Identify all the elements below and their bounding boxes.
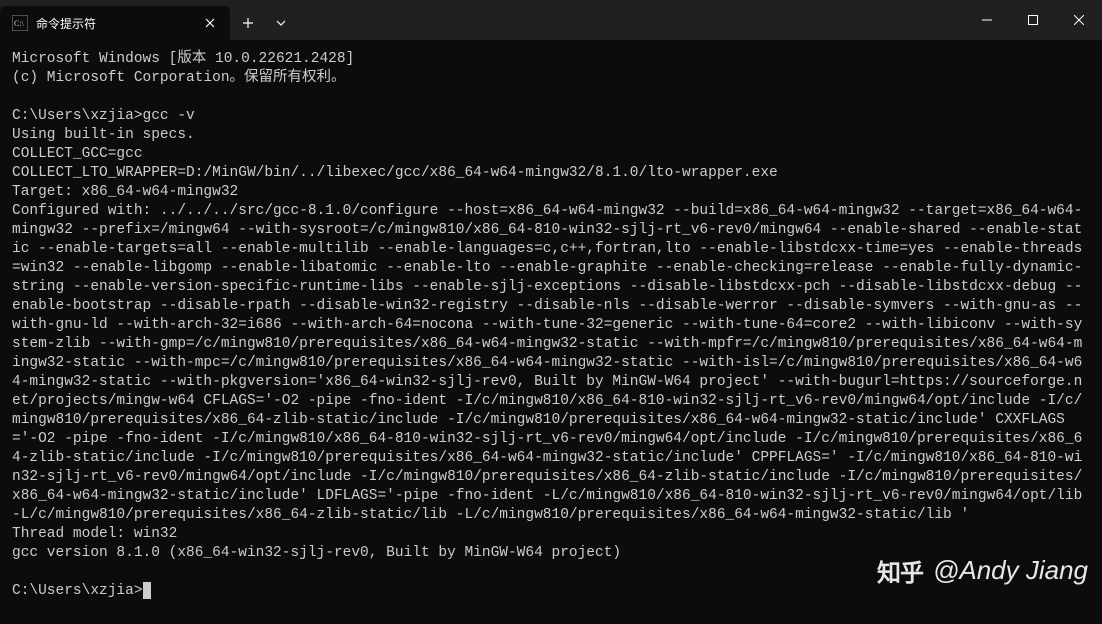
configured-with: Configured with: ../../../src/gcc-8.1.0/… bbox=[12, 203, 1091, 523]
minimize-button[interactable] bbox=[964, 0, 1010, 40]
output-line: COLLECT_GCC=gcc bbox=[12, 146, 143, 162]
close-button[interactable] bbox=[1056, 0, 1102, 40]
gcc-version-line: gcc version 8.1.0 (x86_64-win32-sjlj-rev… bbox=[12, 545, 621, 561]
cmd-icon: C:\ bbox=[12, 15, 28, 31]
thread-model-line: Thread model: win32 bbox=[12, 526, 177, 542]
prompt: C:\Users\xzjia> bbox=[12, 583, 143, 599]
tab-close-button[interactable] bbox=[200, 13, 220, 33]
output-line: Using built-in specs. bbox=[12, 127, 195, 143]
prompt: C:\Users\xzjia> bbox=[12, 108, 143, 124]
os-header: Microsoft Windows [版本 10.0.22621.2428] bbox=[12, 51, 354, 67]
output-line: COLLECT_LTO_WRAPPER=D:/MinGW/bin/../libe… bbox=[12, 165, 778, 181]
tab-title: 命令提示符 bbox=[36, 15, 192, 32]
command-input: gcc -v bbox=[143, 108, 195, 124]
title-bar-drag-area[interactable] bbox=[296, 0, 964, 40]
cursor bbox=[143, 582, 151, 599]
copyright-line: (c) Microsoft Corporation。保留所有权利。 bbox=[12, 70, 346, 86]
new-tab-button[interactable] bbox=[230, 6, 266, 40]
window-controls bbox=[964, 0, 1102, 40]
title-bar: C:\ 命令提示符 bbox=[0, 0, 1102, 40]
svg-text:C:\: C:\ bbox=[14, 19, 25, 28]
terminal-output[interactable]: Microsoft Windows [版本 10.0.22621.2428] (… bbox=[0, 40, 1102, 611]
tab-dropdown-button[interactable] bbox=[266, 6, 296, 40]
output-line: Target: x86_64-w64-mingw32 bbox=[12, 184, 238, 200]
maximize-button[interactable] bbox=[1010, 0, 1056, 40]
active-tab[interactable]: C:\ 命令提示符 bbox=[0, 6, 230, 40]
